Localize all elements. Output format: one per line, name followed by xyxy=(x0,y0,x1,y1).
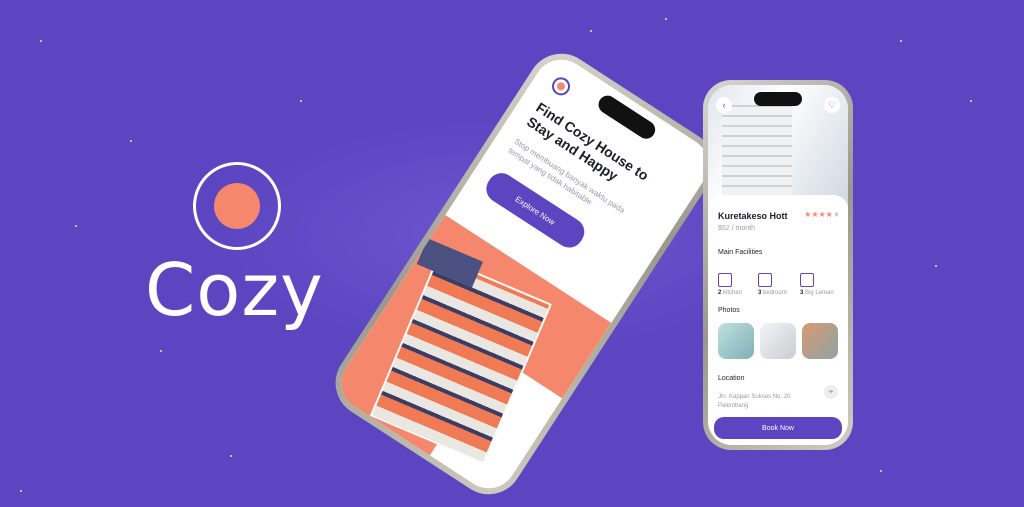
favorite-button[interactable]: ♡ xyxy=(824,97,840,113)
detail-card: Kuretakeso Hott $52 / month ★★★★★ Main F… xyxy=(708,195,848,445)
facility-kitchen: 2 kitchen xyxy=(718,273,742,296)
photo-thumbnail[interactable] xyxy=(802,323,838,359)
photo-thumbnail[interactable] xyxy=(718,323,754,359)
detail-screen: ‹ ♡ Kuretakeso Hott $52 / month ★★★★★ Ma… xyxy=(708,85,848,445)
kitchen-icon xyxy=(718,273,732,287)
property-name: Kuretakeso Hott xyxy=(718,211,788,221)
photo-thumbnail[interactable] xyxy=(760,323,796,359)
star xyxy=(160,350,162,352)
rating-stars: ★★★★★ xyxy=(804,210,840,219)
star xyxy=(130,140,132,142)
dynamic-island xyxy=(754,92,802,106)
dynamic-island xyxy=(595,92,659,143)
back-button[interactable]: ‹ xyxy=(716,97,732,113)
property-price: $52 / month xyxy=(718,225,755,232)
cozy-logo xyxy=(193,162,281,250)
star xyxy=(880,470,882,472)
location-title: Location xyxy=(718,375,745,382)
app-logo-icon xyxy=(548,73,574,99)
star xyxy=(970,100,972,102)
star-icon-filled: ★★★★ xyxy=(804,210,833,219)
map-pin-icon[interactable]: ⌖ xyxy=(824,385,838,399)
facilities-title: Main Facilities xyxy=(718,249,763,256)
book-now-button[interactable]: Book Now xyxy=(714,417,842,439)
address-text: Jln. Kappan Sukses No. 20 Palembang xyxy=(718,394,791,409)
facility-bedroom: 3 bedroom xyxy=(758,273,787,296)
photo-gallery xyxy=(718,323,838,359)
star xyxy=(665,18,667,20)
star xyxy=(935,265,937,267)
star-icon-empty: ★ xyxy=(832,210,840,219)
facility-wardrobe: 3 Big Lemari xyxy=(800,273,834,296)
star xyxy=(230,455,232,457)
star xyxy=(590,30,592,32)
photos-title: Photos xyxy=(718,307,740,314)
star xyxy=(75,225,77,227)
star xyxy=(300,100,302,102)
detail-phone: ‹ ♡ Kuretakeso Hott $52 / month ★★★★★ Ma… xyxy=(703,80,853,450)
logo-dot xyxy=(214,183,260,229)
star xyxy=(20,490,22,492)
star xyxy=(900,40,902,42)
star xyxy=(40,40,42,42)
bed-icon xyxy=(758,273,772,287)
brand-name: Cozy xyxy=(145,248,324,332)
wardrobe-icon xyxy=(800,273,814,287)
